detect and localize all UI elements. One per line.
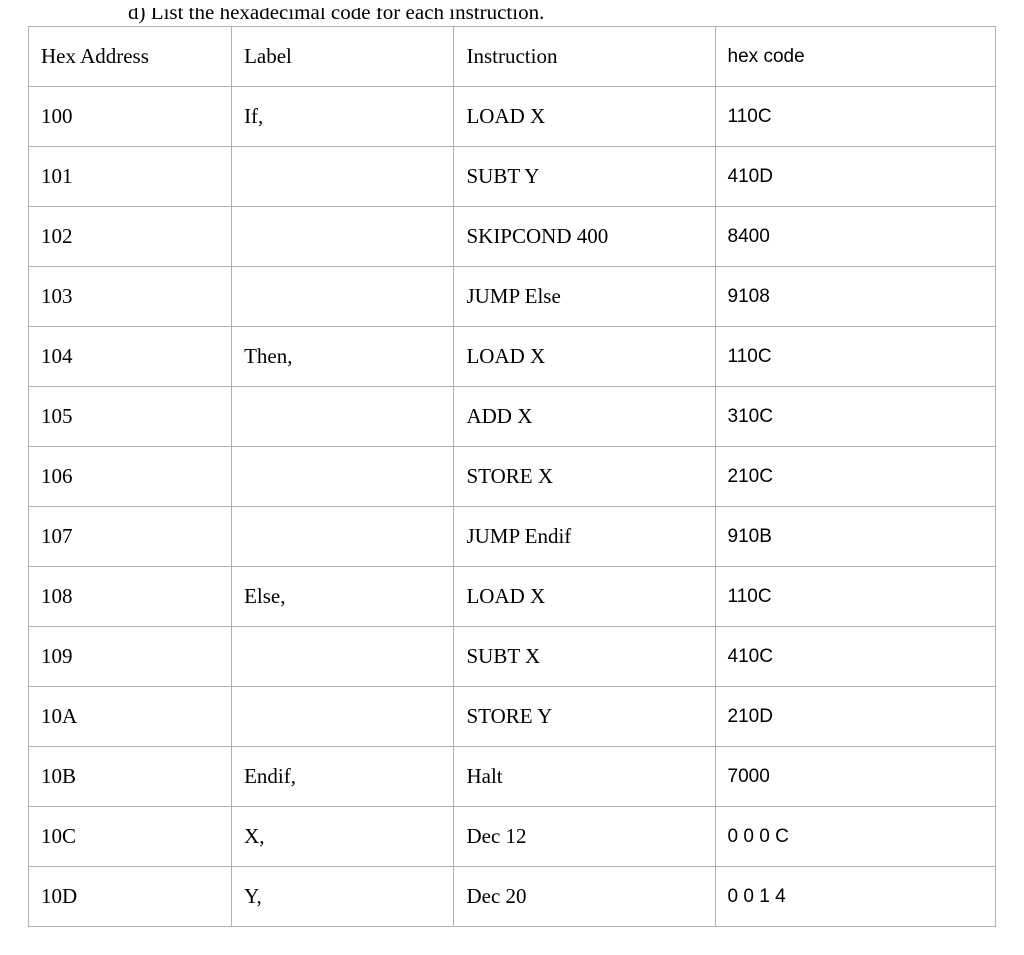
table-row: 104 Then, LOAD X 110C bbox=[29, 327, 996, 387]
cell-hexcode: 210D bbox=[715, 687, 995, 747]
cell-addr: 109 bbox=[29, 627, 232, 687]
cell-hexcode: 7000 bbox=[715, 747, 995, 807]
cell-hexcode: 910B bbox=[715, 507, 995, 567]
cell-instruction: SKIPCOND 400 bbox=[454, 207, 715, 267]
table-row: 10C X, Dec 12 0 0 0 C bbox=[29, 807, 996, 867]
cell-label: Endif, bbox=[232, 747, 454, 807]
cell-instruction: STORE X bbox=[454, 447, 715, 507]
cell-addr: 10B bbox=[29, 747, 232, 807]
cell-addr: 105 bbox=[29, 387, 232, 447]
header-label: Label bbox=[232, 27, 454, 87]
cell-label bbox=[232, 447, 454, 507]
cell-instruction: JUMP Endif bbox=[454, 507, 715, 567]
cell-instruction: Dec 20 bbox=[454, 867, 715, 927]
cell-hexcode: 110C bbox=[715, 567, 995, 627]
cell-instruction: JUMP Else bbox=[454, 267, 715, 327]
cell-label bbox=[232, 627, 454, 687]
cell-instruction: ADD X bbox=[454, 387, 715, 447]
cell-hexcode: 9108 bbox=[715, 267, 995, 327]
cell-hexcode: 410D bbox=[715, 147, 995, 207]
cell-addr: 10D bbox=[29, 867, 232, 927]
table-row: 10B Endif, Halt 7000 bbox=[29, 747, 996, 807]
header-hex-address: Hex Address bbox=[29, 27, 232, 87]
cell-hexcode: 110C bbox=[715, 327, 995, 387]
cell-instruction: SUBT X bbox=[454, 627, 715, 687]
cell-label: X, bbox=[232, 807, 454, 867]
cell-instruction: Dec 12 bbox=[454, 807, 715, 867]
table-row: 100 If, LOAD X 110C bbox=[29, 87, 996, 147]
cell-label bbox=[232, 147, 454, 207]
cell-label bbox=[232, 207, 454, 267]
table-row: 101 SUBT Y 410D bbox=[29, 147, 996, 207]
cell-addr: 101 bbox=[29, 147, 232, 207]
cell-addr: 10A bbox=[29, 687, 232, 747]
cell-hexcode: 110C bbox=[715, 87, 995, 147]
cell-addr: 102 bbox=[29, 207, 232, 267]
cell-label bbox=[232, 267, 454, 327]
cell-instruction: STORE Y bbox=[454, 687, 715, 747]
cell-addr: 107 bbox=[29, 507, 232, 567]
cell-label bbox=[232, 507, 454, 567]
hex-code-table: Hex Address Label Instruction hex code 1… bbox=[28, 26, 996, 927]
cell-addr: 108 bbox=[29, 567, 232, 627]
header-hex-code: hex code bbox=[715, 27, 995, 87]
cell-hexcode: 0 0 0 C bbox=[715, 807, 995, 867]
table-row: 103 JUMP Else 9108 bbox=[29, 267, 996, 327]
cell-instruction: LOAD X bbox=[454, 327, 715, 387]
table-header-row: Hex Address Label Instruction hex code bbox=[29, 27, 996, 87]
cell-instruction: LOAD X bbox=[454, 87, 715, 147]
cell-instruction: Halt bbox=[454, 747, 715, 807]
cell-hexcode: 310C bbox=[715, 387, 995, 447]
cell-label bbox=[232, 687, 454, 747]
table-body: 100 If, LOAD X 110C 101 SUBT Y 410D 102 … bbox=[29, 87, 996, 927]
cell-hexcode: 210C bbox=[715, 447, 995, 507]
header-instruction: Instruction bbox=[454, 27, 715, 87]
cutoff-header-fragment: d) List the hexadecimal code for each in… bbox=[28, 8, 996, 26]
cell-hexcode: 8400 bbox=[715, 207, 995, 267]
table-row: 107 JUMP Endif 910B bbox=[29, 507, 996, 567]
cell-label: If, bbox=[232, 87, 454, 147]
cell-label: Then, bbox=[232, 327, 454, 387]
cell-instruction: SUBT Y bbox=[454, 147, 715, 207]
cell-addr: 104 bbox=[29, 327, 232, 387]
cell-hexcode: 0 0 1 4 bbox=[715, 867, 995, 927]
cell-hexcode: 410C bbox=[715, 627, 995, 687]
cell-instruction: LOAD X bbox=[454, 567, 715, 627]
cell-addr: 103 bbox=[29, 267, 232, 327]
table-row: 108 Else, LOAD X 110C bbox=[29, 567, 996, 627]
cell-label: Else, bbox=[232, 567, 454, 627]
table-row: 102 SKIPCOND 400 8400 bbox=[29, 207, 996, 267]
table-row: 109 SUBT X 410C bbox=[29, 627, 996, 687]
table-row: 105 ADD X 310C bbox=[29, 387, 996, 447]
cell-addr: 106 bbox=[29, 447, 232, 507]
table-row: 10D Y, Dec 20 0 0 1 4 bbox=[29, 867, 996, 927]
cell-label bbox=[232, 387, 454, 447]
cell-addr: 100 bbox=[29, 87, 232, 147]
cell-label: Y, bbox=[232, 867, 454, 927]
table-row: 10A STORE Y 210D bbox=[29, 687, 996, 747]
table-row: 106 STORE X 210C bbox=[29, 447, 996, 507]
cell-addr: 10C bbox=[29, 807, 232, 867]
